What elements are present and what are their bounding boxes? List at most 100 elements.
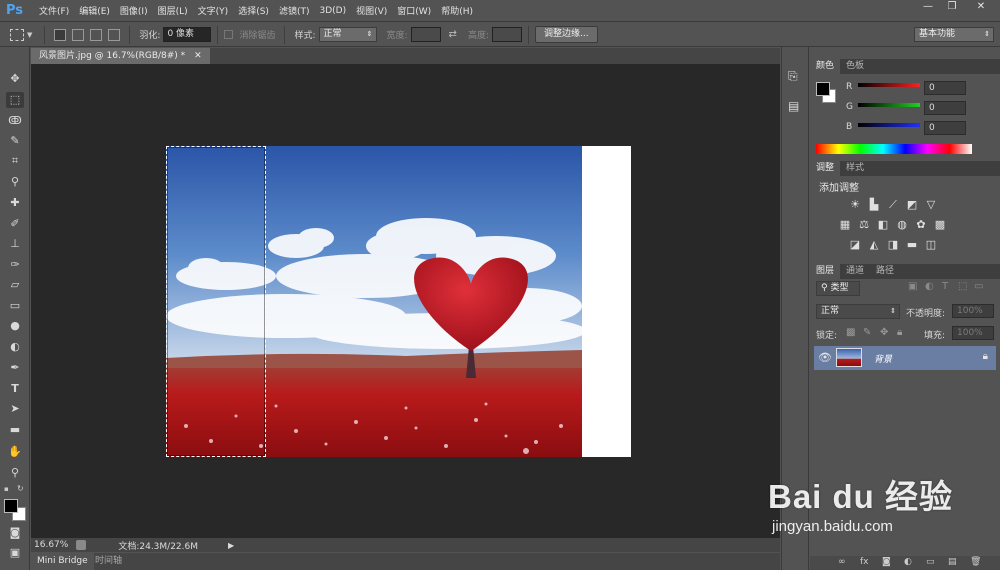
zoom-level[interactable]: 16.67%	[34, 540, 68, 550]
intersect-selection-icon[interactable]	[108, 28, 121, 41]
tab-color[interactable]: 颜色	[810, 59, 841, 74]
posterize-icon[interactable]: ◭	[867, 239, 881, 251]
workspace-select[interactable]: 基本功能 ⇕	[914, 27, 994, 42]
subtract-selection-icon[interactable]	[90, 28, 103, 41]
layer-name[interactable]: 背景	[874, 352, 892, 365]
curves-icon[interactable]: ⟋	[886, 199, 900, 211]
menu-file[interactable]: 文件(F)	[34, 4, 74, 17]
refine-edge-button[interactable]: 调整边缘...	[534, 26, 598, 43]
vibrance-icon[interactable]: ▽	[924, 199, 938, 211]
brightness-contrast-icon[interactable]: ☀	[848, 199, 862, 211]
tab-adjustments[interactable]: 调整	[810, 161, 841, 176]
close-icon[interactable]: ✕	[966, 0, 996, 14]
status-menu-arrow-icon[interactable]: ▶	[228, 541, 234, 550]
filter-smart-icon[interactable]: ▭	[974, 281, 983, 292]
rectangular-marquee-tool-icon[interactable]: ⬚	[6, 92, 24, 108]
filter-adjustment-icon[interactable]: ◐	[925, 281, 934, 292]
marquee-preset-icon[interactable]	[10, 28, 24, 41]
style-select[interactable]: 正常 ⇕	[318, 27, 377, 42]
menu-window[interactable]: 窗口(W)	[392, 4, 436, 17]
restore-icon[interactable]: ❐	[940, 0, 964, 14]
link-layers-icon[interactable]: ∞	[838, 557, 846, 567]
quick-mask-icon[interactable]: ◙	[6, 525, 24, 541]
green-value-input[interactable]: 0	[924, 101, 966, 115]
blue-value-input[interactable]: 0	[924, 121, 966, 135]
height-input[interactable]	[491, 27, 522, 42]
dodge-tool-icon[interactable]: ◐	[6, 339, 24, 355]
minimize-icon[interactable]: —	[916, 0, 940, 14]
filter-type-icon[interactable]: T	[942, 281, 948, 292]
layer-style-icon[interactable]: fx	[860, 557, 869, 567]
antialias-checkbox[interactable]	[224, 30, 234, 39]
swap-dimensions-icon[interactable]: ⇄	[449, 29, 457, 40]
screen-mode-icon[interactable]: ▣	[6, 545, 24, 561]
lock-image-icon[interactable]: ✎	[863, 327, 871, 338]
crop-tool-icon[interactable]: ⌗	[6, 153, 24, 169]
menu-help[interactable]: 帮助(H)	[436, 4, 478, 17]
new-layer-icon[interactable]: ▤	[948, 557, 957, 567]
tab-layers[interactable]: 图层	[810, 264, 841, 279]
blend-mode-select[interactable]: 正常 ⇕	[816, 304, 900, 319]
brush-tool-icon[interactable]: ✐	[6, 216, 24, 232]
lasso-tool-icon[interactable]: ↂ	[6, 113, 24, 129]
document-tab[interactable]: 风景图片.jpg @ 16.7%(RGB/8#) * ✕	[31, 48, 210, 64]
new-group-icon[interactable]: ▭	[926, 557, 935, 567]
properties-icon[interactable]: ▤	[788, 99, 799, 113]
lock-position-icon[interactable]: ✥	[880, 327, 888, 338]
delete-layer-icon[interactable]: 🗑︎	[970, 557, 981, 567]
default-colors-icon[interactable]: ▪	[4, 485, 9, 493]
new-adjustment-icon[interactable]: ◐	[904, 557, 912, 567]
pen-tool-icon[interactable]: ✒	[6, 360, 24, 376]
photo-filter-icon[interactable]: ◍	[895, 219, 909, 231]
tab-timeline[interactable]: 时间轴	[89, 553, 128, 570]
width-input[interactable]	[410, 27, 441, 42]
tab-channels[interactable]: 通道	[840, 264, 870, 279]
selective-color-icon[interactable]: ◫	[924, 239, 938, 251]
gradient-tool-icon[interactable]: ▭	[6, 298, 24, 314]
layer-filter-select[interactable]: ⚲ 类型	[816, 281, 860, 296]
layer-row[interactable]: 👁︎ 背景 🔒︎	[814, 346, 996, 370]
color-balance-icon[interactable]: ⚖	[857, 219, 871, 231]
opacity-input[interactable]: 100%	[952, 304, 994, 318]
status-info-icon[interactable]	[76, 540, 87, 550]
history-icon[interactable]: ⎘	[788, 69, 798, 84]
blur-tool-icon[interactable]: ●	[6, 318, 24, 334]
move-tool-icon[interactable]: ✥	[6, 71, 24, 87]
hand-tool-icon[interactable]: ✋	[6, 444, 24, 460]
channel-mixer-icon[interactable]: ✿	[914, 219, 928, 231]
black-white-icon[interactable]: ◧	[876, 219, 890, 231]
menu-filter[interactable]: 滤镜(T)	[274, 4, 315, 17]
visibility-eye-icon[interactable]: 👁︎	[818, 351, 832, 364]
green-slider[interactable]	[858, 103, 920, 107]
zoom-tool-icon[interactable]: ⚲	[6, 465, 24, 481]
menu-type[interactable]: 文字(Y)	[193, 4, 234, 17]
history-brush-tool-icon[interactable]: ✑	[6, 257, 24, 273]
layer-mask-icon[interactable]: ◙	[882, 557, 891, 567]
tab-styles[interactable]: 样式	[840, 161, 870, 176]
chevron-down-icon[interactable]: ▼	[27, 31, 32, 39]
close-icon[interactable]: ✕	[194, 51, 202, 61]
lock-all-icon[interactable]: 🔒︎	[897, 327, 902, 338]
document-canvas[interactable]	[166, 146, 631, 457]
hue-saturation-icon[interactable]: ▦	[838, 219, 852, 231]
tab-mini-bridge[interactable]: Mini Bridge	[31, 553, 94, 570]
levels-icon[interactable]: ▙	[867, 199, 881, 211]
invert-icon[interactable]: ◪	[848, 239, 862, 251]
menu-select[interactable]: 选择(S)	[233, 4, 274, 17]
healing-brush-tool-icon[interactable]: ✚	[6, 195, 24, 211]
color-lookup-icon[interactable]: ▩	[933, 219, 947, 231]
red-slider[interactable]	[858, 83, 920, 87]
clone-stamp-tool-icon[interactable]: ⊥	[6, 236, 24, 252]
menu-view[interactable]: 视图(V)	[351, 4, 392, 17]
menu-image[interactable]: 图像(I)	[115, 4, 153, 17]
menu-edit[interactable]: 编辑(E)	[74, 4, 115, 17]
threshold-icon[interactable]: ◨	[886, 239, 900, 251]
blue-slider[interactable]	[858, 123, 920, 127]
feather-input[interactable]: 0 像素	[163, 27, 212, 42]
new-selection-icon[interactable]	[54, 28, 67, 41]
filter-shape-icon[interactable]: ⬚	[958, 281, 967, 292]
marquee-selection[interactable]	[166, 146, 266, 457]
path-selection-tool-icon[interactable]: ➤	[6, 401, 24, 417]
menu-3d[interactable]: 3D(D)	[314, 6, 351, 16]
menu-layer[interactable]: 图层(L)	[153, 4, 193, 17]
